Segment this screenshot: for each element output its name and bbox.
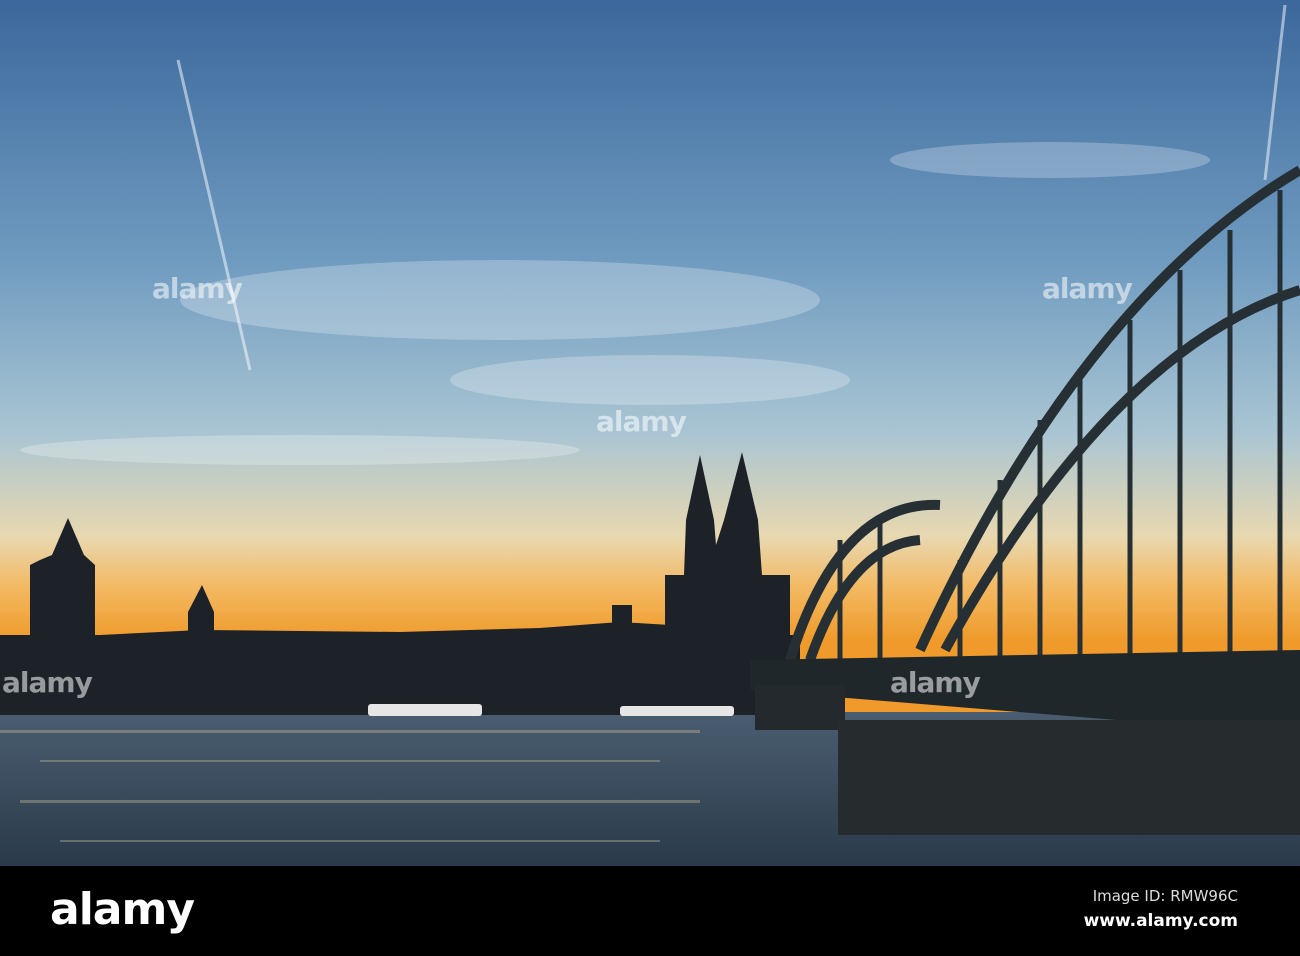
site-url: www.alamy.com <box>1083 911 1238 931</box>
footer-bar: alamy Image ID: RMW96C www.alamy.com <box>0 866 1300 956</box>
watermark: alamy <box>1042 272 1133 305</box>
watermark: alamy <box>596 405 687 438</box>
watermark: alamy <box>152 272 243 305</box>
alamy-logo: alamy <box>50 884 195 935</box>
bridge-pier <box>838 720 1300 835</box>
image-id: Image ID: RMW96C <box>1092 887 1238 905</box>
watermark: alamy <box>2 666 93 699</box>
watermark: alamy <box>890 666 981 699</box>
bridge-pier <box>755 685 845 730</box>
stock-photo: alamy alamy alamy alamy alamy alamy Imag… <box>0 0 1300 956</box>
